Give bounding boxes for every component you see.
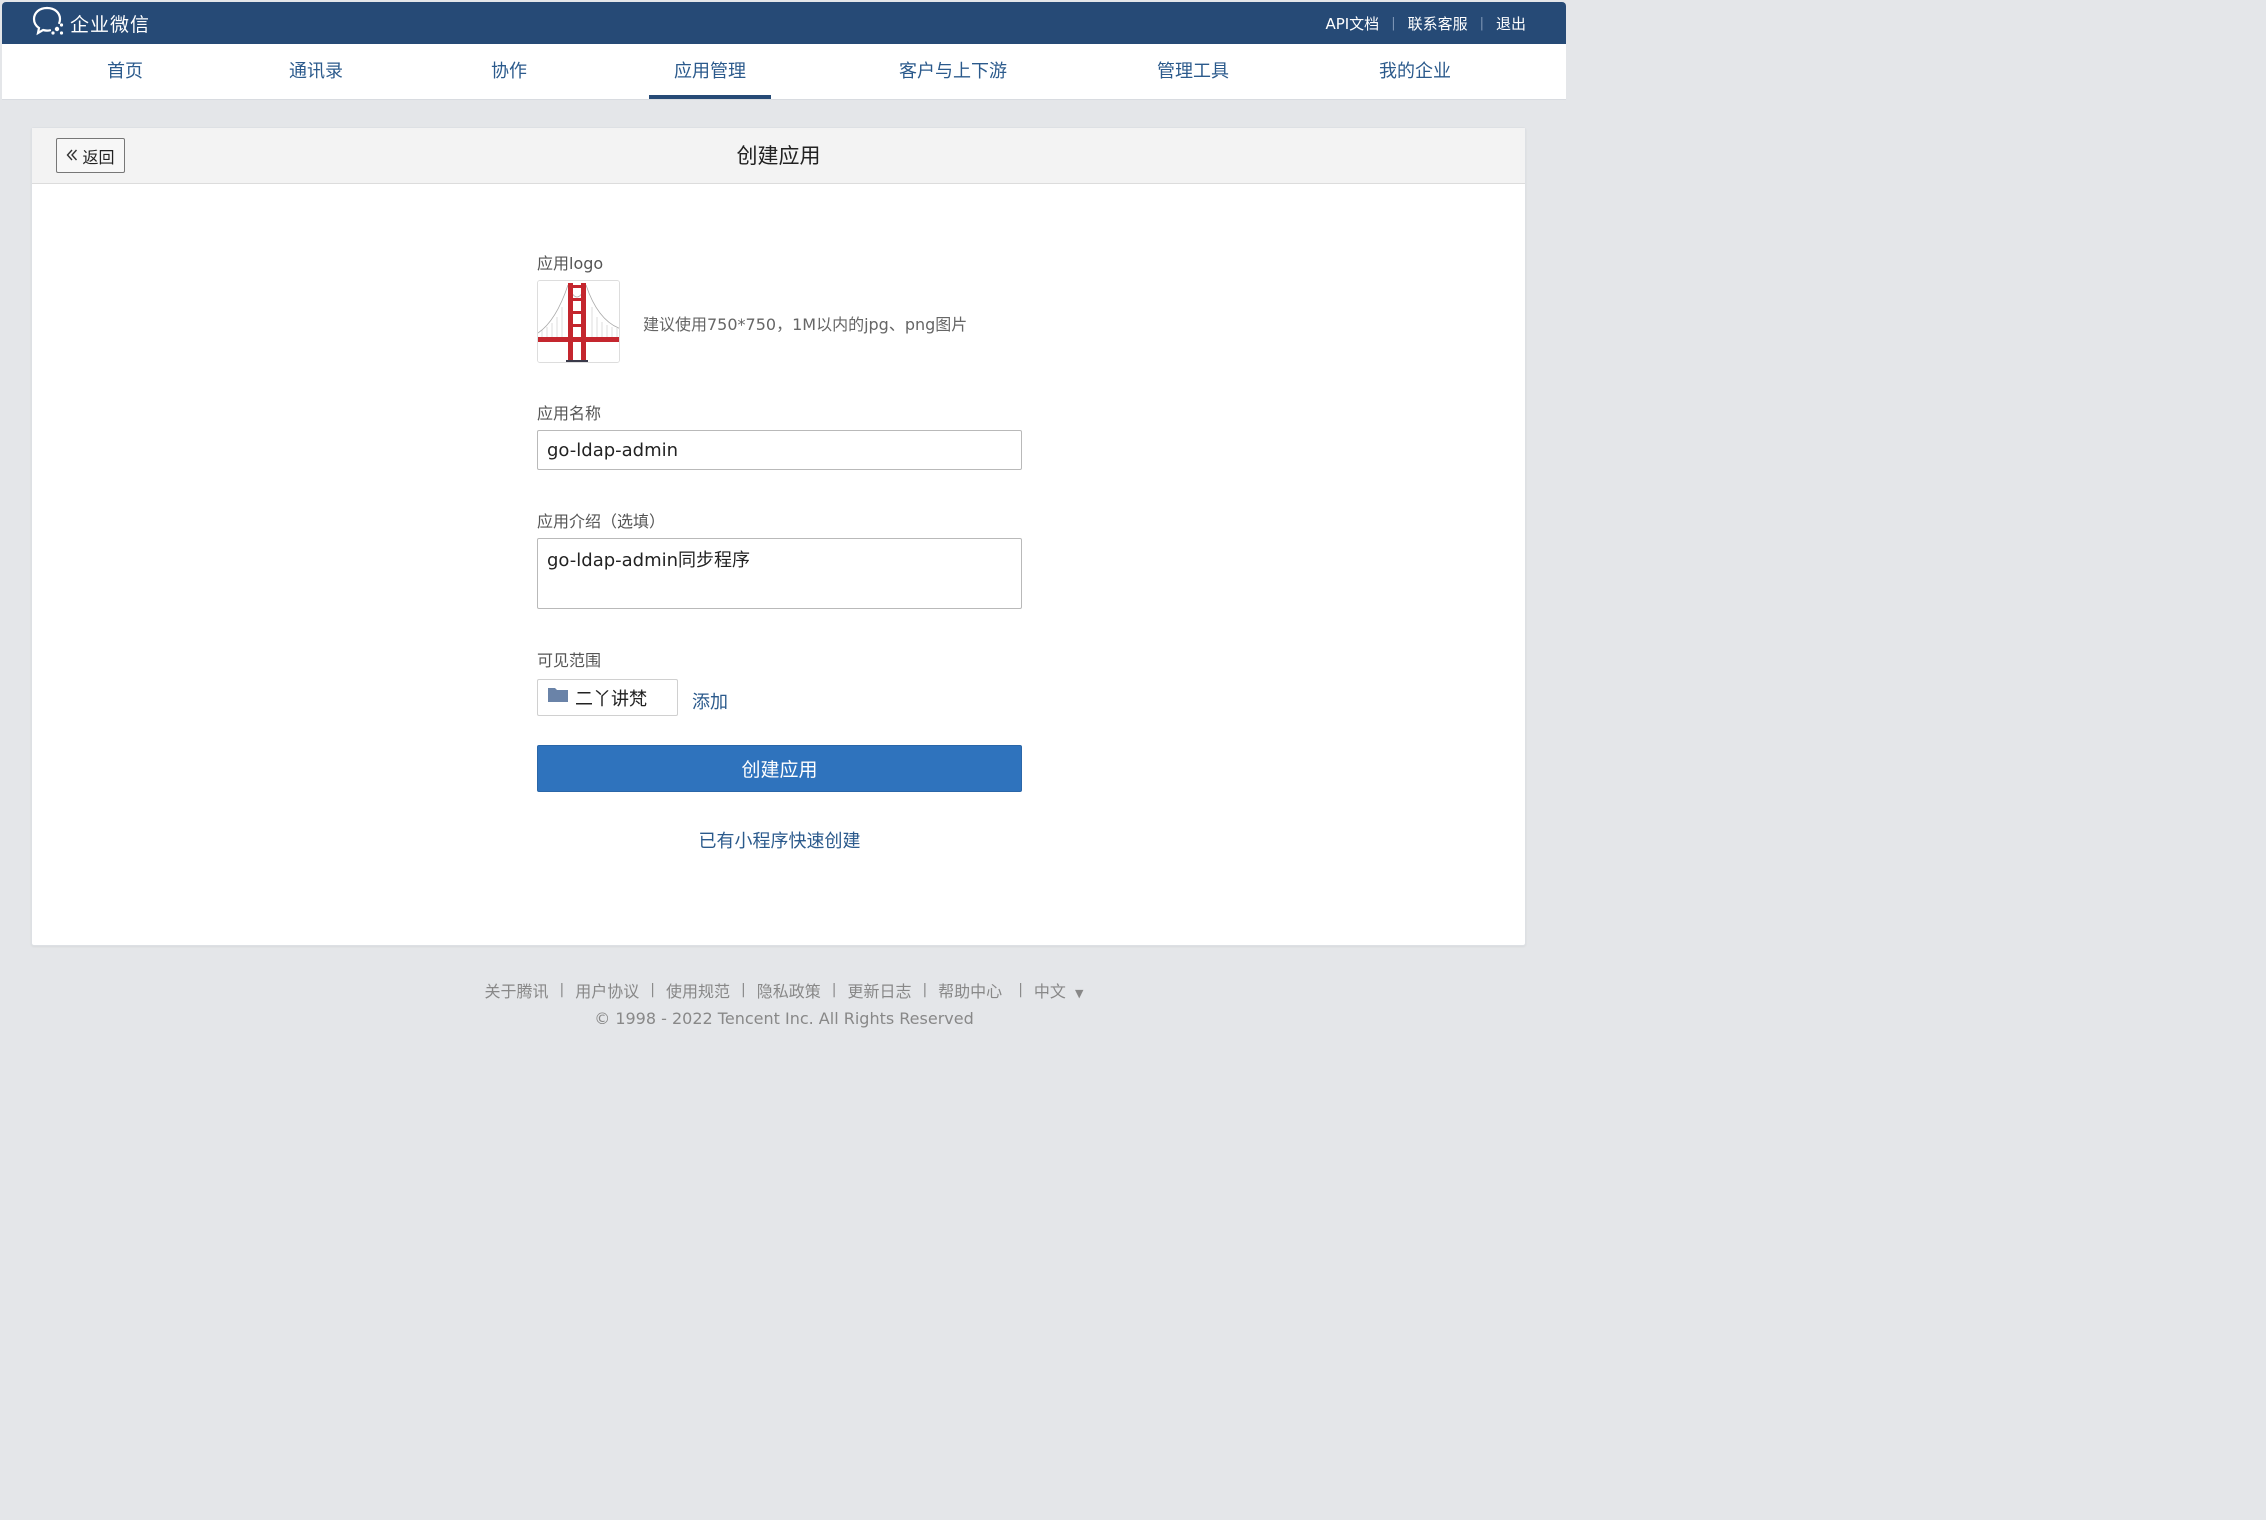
footer-user-agreement[interactable]: 用户协议 [575,978,639,1002]
top-links: API文档 | 联系客服 | 退出 [1325,13,1526,34]
nav-item-app-management[interactable]: 应用管理 [649,44,771,100]
language-selector[interactable]: 中文 ▼ [1034,978,1084,1002]
divider: | [1479,15,1484,31]
nav-item-my-enterprise[interactable]: 我的企业 [1372,44,1458,100]
quick-create-from-miniprogram-link[interactable]: 已有小程序快速创建 [537,827,1022,853]
back-label: 返回 [82,147,115,167]
copyright: © 1998 - 2022 Tencent Inc. All Rights Re… [594,1009,974,1028]
api-docs-link[interactable]: API文档 [1325,13,1379,34]
logo-label: 应用logo [537,254,604,273]
back-button[interactable]: 返回 [56,138,125,173]
divider: | [922,982,928,998]
app-name-label: 应用名称 [537,404,602,423]
footer-usage-rules[interactable]: 使用规范 [666,978,730,1002]
logo-hint: 建议使用750*750，1M以内的jpg、png图片 [643,315,968,334]
app-logo-uploader[interactable] [537,280,620,363]
brand[interactable]: 企业微信 [32,5,150,41]
visibility-scope-label: 可见范围 [537,651,602,670]
scope-tag-label: 二丫讲梵 [575,688,647,710]
app-intro-label: 应用介绍（选填） [537,512,666,531]
golden-gate-bridge-logo [538,281,619,362]
folder-icon [548,687,568,708]
footer-links: 关于腾讯 | 用户协议 | 使用规范 | 隐私政策 | 更新日志 | 帮助中心 … [0,978,1568,1002]
brand-name: 企业微信 [70,13,151,36]
page-title: 创建应用 [736,144,821,168]
nav-item-collaboration[interactable]: 协作 [486,44,532,100]
footer-help-center[interactable]: 帮助中心 [938,978,1002,1002]
nav-item-admin-tools[interactable]: 管理工具 [1150,44,1236,100]
footer-privacy-policy[interactable]: 隐私政策 [757,978,821,1002]
divider: | [1391,15,1396,31]
footer-changelog[interactable]: 更新日志 [847,978,911,1002]
add-scope-link[interactable]: 添加 [692,688,728,714]
nav-item-home[interactable]: 首页 [97,44,153,100]
divider: | [1018,982,1023,998]
footer-about-tencent[interactable]: 关于腾讯 [485,978,549,1002]
divider: | [559,982,565,998]
contact-support-link[interactable]: 联系客服 [1408,13,1468,34]
nav-active-indicator [649,95,771,99]
app-intro-textarea[interactable]: go-ldap-admin同步程序 [537,538,1022,609]
top-bar: 企业微信 API文档 | 联系客服 | 退出 [2,2,1566,44]
divider: | [650,982,655,998]
create-app-button[interactable]: 创建应用 [537,745,1022,792]
main-nav: 首页 通讯录 协作 应用管理 客户与上下游 管理工具 我的企业 [2,44,1566,100]
wecom-chat-icon [32,5,66,41]
language-label: 中文 [1033,982,1066,1001]
divider: | [740,982,746,998]
divider: | [831,982,837,998]
app-name-input[interactable] [537,430,1022,470]
logout-link[interactable]: 退出 [1496,13,1526,34]
nav-item-customers[interactable]: 客户与上下游 [889,44,1017,100]
double-chevron-left-icon [66,146,78,165]
nav-item-contacts[interactable]: 通讯录 [284,44,348,100]
create-app-panel: 创建应用 返回 应用logo 建议使用750*750，1M以内的jpg、png图… [31,127,1526,946]
triangle-down-icon: ▼ [1075,987,1084,1000]
panel-header: 创建应用 返回 [32,128,1525,184]
visibility-scope-tag[interactable]: 二丫讲梵 [537,679,678,716]
